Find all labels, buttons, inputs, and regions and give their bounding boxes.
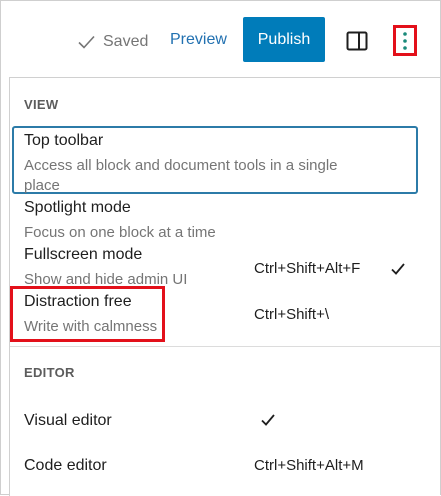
spotlight-mode-label[interactable]: Spotlight mode xyxy=(24,199,131,217)
spotlight-mode-description: Focus on one block at a time xyxy=(24,224,216,241)
fullscreen-mode-shortcut: Ctrl+Shift+Alt+F xyxy=(254,260,361,277)
top-toolbar-description-line1: Access all block and document tools in a… xyxy=(24,157,338,174)
check-icon xyxy=(78,35,95,49)
saved-label: Saved xyxy=(103,33,149,50)
view-section-title: VIEW xyxy=(24,97,59,112)
distraction-free-label[interactable]: Distraction free xyxy=(24,293,132,311)
options-dropdown: VIEW Top toolbar Access all block and do… xyxy=(9,77,440,496)
distraction-free-shortcut: Ctrl+Shift+\ xyxy=(254,306,330,323)
top-toolbar-label: Top toolbar xyxy=(24,132,104,149)
publish-button[interactable]: Publish xyxy=(243,17,325,62)
editor-header: Saved Preview Publish xyxy=(0,0,441,77)
fullscreen-mode-label[interactable]: Fullscreen mode xyxy=(24,246,142,264)
distraction-free-description: Write with calmness xyxy=(24,318,158,335)
visual-editor-check-icon xyxy=(261,414,275,426)
editor-section-title: EDITOR xyxy=(24,365,75,380)
top-toolbar-description-line2: place xyxy=(24,177,60,194)
fullscreen-check-icon xyxy=(391,263,405,275)
visual-editor-label[interactable]: Visual editor xyxy=(24,412,112,430)
code-editor-shortcut: Ctrl+Shift+Alt+M xyxy=(254,457,364,474)
vertical-ellipsis-icon xyxy=(403,31,407,50)
preview-button[interactable]: Preview xyxy=(170,31,227,49)
saved-status: Saved xyxy=(78,30,148,54)
options-menu-button[interactable] xyxy=(393,25,417,56)
sidebar-toggle-icon[interactable] xyxy=(346,30,368,52)
section-divider xyxy=(10,346,440,347)
code-editor-label[interactable]: Code editor xyxy=(24,457,107,475)
